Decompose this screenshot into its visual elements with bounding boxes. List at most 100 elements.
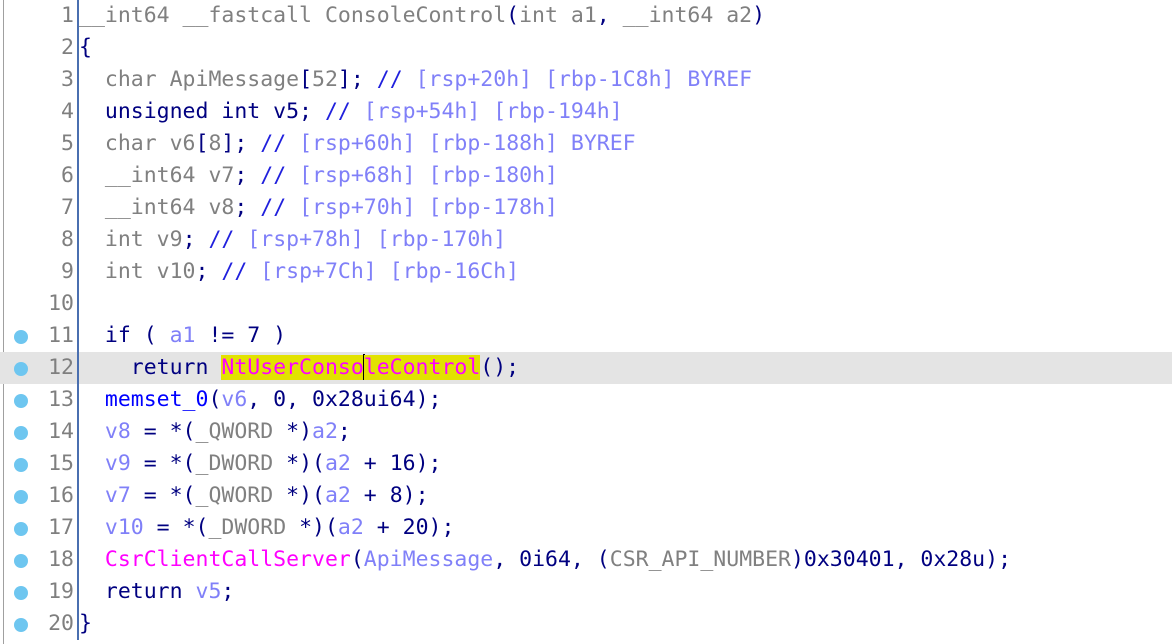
line-gutter[interactable]: 13: [0, 384, 79, 416]
code-line-text[interactable]: v8 = *(_QWORD *)a2;: [79, 416, 351, 448]
code-token: )0x30401, 0x28u);: [790, 547, 1012, 572]
line-number: 13: [48, 387, 74, 412]
code-line[interactable]: 9 int v10; // [rsp+7Ch] [rbp-16Ch]: [0, 256, 1172, 288]
line-gutter[interactable]: 4: [0, 96, 79, 128]
line-number: 8: [61, 227, 74, 252]
line-gutter[interactable]: 19: [0, 576, 79, 608]
code-line[interactable]: 18 CsrClientCallServer(ApiMessage, 0i64,…: [0, 544, 1172, 576]
line-gutter[interactable]: 20: [0, 608, 79, 640]
code-token: ;: [182, 227, 196, 252]
breakpoint-dot-icon[interactable]: [14, 426, 28, 440]
code-token: __int64 __fastcall ConsoleControl: [79, 3, 507, 28]
code-line[interactable]: 11 if ( a1 != 7 ): [0, 320, 1172, 352]
line-number: 12: [48, 355, 74, 380]
breakpoint-dot-icon[interactable]: [14, 362, 28, 376]
code-line[interactable]: 6 __int64 v7; // [rsp+68h] [rbp-180h]: [0, 160, 1172, 192]
code-token: //: [221, 259, 248, 284]
code-token: v6: [221, 387, 248, 412]
code-token: = *(: [130, 419, 196, 444]
line-gutter[interactable]: 16: [0, 480, 79, 512]
code-line-text[interactable]: memset_0(v6, 0, 0x28ui64);: [79, 384, 442, 416]
line-gutter[interactable]: 2: [0, 32, 79, 64]
breakpoint-dot-icon[interactable]: [14, 490, 28, 504]
code-token: ,: [596, 3, 610, 28]
code-line[interactable]: 10: [0, 288, 1172, 320]
breakpoint-dot-icon[interactable]: [14, 330, 28, 344]
code-line-text[interactable]: int v10; // [rsp+7Ch] [rbp-16Ch]: [79, 256, 519, 288]
code-token: 52: [312, 67, 338, 92]
code-line-text[interactable]: char ApiMessage[52]; // [rsp+20h] [rbp-1…: [79, 64, 752, 96]
code-line-text[interactable]: if ( a1 != 7 ): [79, 320, 286, 352]
breakpoint-dot-icon[interactable]: [14, 618, 28, 632]
code-line[interactable]: 1 __int64 __fastcall ConsoleControl(int a…: [0, 0, 1172, 32]
code-line-text[interactable]: {: [79, 32, 92, 64]
breakpoint-dot-icon[interactable]: [14, 394, 28, 408]
code-line-text[interactable]: CsrClientCallServer(ApiMessage, 0i64, (C…: [79, 544, 1011, 576]
line-number: 7: [61, 195, 74, 220]
code-token: _DWORD: [208, 515, 287, 540]
code-line[interactable]: 12 return NtUserConsoleControl();: [0, 352, 1172, 384]
code-line-text[interactable]: __int64 v7; // [rsp+68h] [rbp-180h]: [79, 160, 558, 192]
code-token: ;: [221, 579, 235, 604]
code-line[interactable]: 2{: [0, 32, 1172, 64]
code-line-text[interactable]: __int64 v8; // [rsp+70h] [rbp-178h]: [79, 192, 558, 224]
code-line[interactable]: 3 char ApiMessage[52]; // [rsp+20h] [rbp…: [0, 64, 1172, 96]
line-gutter[interactable]: 17: [0, 512, 79, 544]
code-line-text[interactable]: v9 = *(_DWORD *)(a2 + 16);: [79, 448, 442, 480]
code-token: a2: [312, 419, 338, 444]
line-gutter[interactable]: 15: [0, 448, 79, 480]
code-line[interactable]: 20}: [0, 608, 1172, 640]
code-line[interactable]: 8 int v9; // [rsp+78h] [rbp-170h]: [0, 224, 1172, 256]
gutter-separator: [77, 288, 79, 320]
breakpoint-dot-icon[interactable]: [14, 522, 28, 536]
code-line-text[interactable]: return NtUserConsoleControl();: [79, 352, 519, 384]
line-gutter[interactable]: 5: [0, 128, 79, 160]
line-number: 1: [61, 3, 74, 28]
breakpoint-dot-icon[interactable]: [14, 554, 28, 568]
code-line[interactable]: 17 v10 = *(_DWORD *)(a2 + 20);: [0, 512, 1172, 544]
code-line[interactable]: 19 return v5;: [0, 576, 1172, 608]
code-token: + 8);: [350, 483, 429, 508]
line-gutter[interactable]: 7: [0, 192, 79, 224]
code-line-text[interactable]: int v9; // [rsp+78h] [rbp-170h]: [79, 224, 506, 256]
code-line-text[interactable]: return v5;: [79, 576, 234, 608]
line-gutter[interactable]: 9: [0, 256, 79, 288]
code-token: {: [79, 35, 92, 60]
code-line-text[interactable]: v7 = *(_QWORD *)(a2 + 8);: [79, 480, 429, 512]
code-token: ;: [234, 163, 248, 188]
breakpoint-dot-icon[interactable]: [14, 458, 28, 472]
code-line[interactable]: 15 v9 = *(_DWORD *)(a2 + 16);: [0, 448, 1172, 480]
line-gutter[interactable]: 1: [0, 0, 79, 32]
line-gutter[interactable]: 8: [0, 224, 79, 256]
code-line-text[interactable]: char v6[8]; // [rsp+60h] [rbp-188h] BYRE…: [79, 128, 636, 160]
code-line-text[interactable]: __int64 __fastcall ConsoleControl(int a1…: [79, 0, 765, 32]
code-line[interactable]: 14 v8 = *(_QWORD *)a2;: [0, 416, 1172, 448]
code-line[interactable]: 13 memset_0(v6, 0, 0x28ui64);: [0, 384, 1172, 416]
code-lines-container[interactable]: 1 __int64 __fastcall ConsoleControl(int a…: [0, 0, 1172, 640]
line-gutter[interactable]: 11: [0, 320, 79, 352]
line-gutter[interactable]: 18: [0, 544, 79, 576]
line-gutter[interactable]: 10: [0, 288, 79, 320]
code-line[interactable]: 5 char v6[8]; // [rsp+60h] [rbp-188h] BY…: [0, 128, 1172, 160]
code-line-text[interactable]: unsigned int v5; // [rsp+54h] [rbp-194h]: [79, 96, 623, 128]
code-line[interactable]: 7 __int64 v8; // [rsp+70h] [rbp-178h]: [0, 192, 1172, 224]
code-line-text[interactable]: v10 = *(_DWORD *)(a2 + 20);: [79, 512, 455, 544]
line-gutter[interactable]: 12: [0, 352, 79, 384]
line-gutter[interactable]: 6: [0, 160, 79, 192]
breakpoint-dot-icon[interactable]: [14, 586, 28, 600]
line-gutter[interactable]: 3: [0, 64, 79, 96]
line-gutter[interactable]: 14: [0, 416, 79, 448]
line-number: 5: [61, 131, 74, 156]
code-token: memset_0: [104, 387, 209, 412]
pseudocode-view[interactable]: 1 __int64 __fastcall ConsoleControl(int a…: [0, 0, 1172, 644]
code-line[interactable]: 4 unsigned int v5; // [rsp+54h] [rbp-194…: [0, 96, 1172, 128]
code-line[interactable]: 16 v7 = *(_QWORD *)(a2 + 8);: [0, 480, 1172, 512]
highlighted-identifier: NtUserConso: [221, 355, 364, 380]
code-token: ;: [337, 419, 351, 444]
line-number: 14: [48, 419, 74, 444]
line-number: 4: [61, 99, 74, 124]
code-line-text[interactable]: }: [79, 608, 92, 640]
